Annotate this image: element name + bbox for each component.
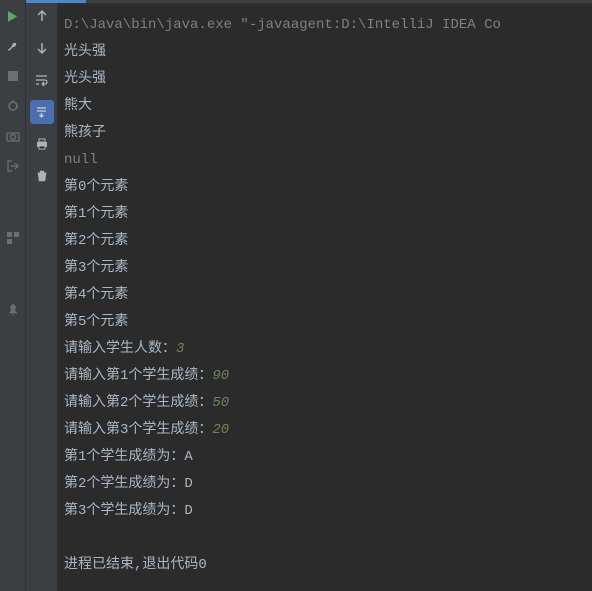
output-line: 熊孩子: [64, 120, 586, 147]
input-line: 请输入第3个学生成绩：20: [64, 417, 586, 444]
camera-icon[interactable]: [5, 128, 21, 144]
command-line: D:\Java\bin\java.exe "-javaagent:D:\Inte…: [64, 12, 586, 39]
output-line: 第3个学生成绩为：D: [64, 498, 586, 525]
console-panel: D:\Java\bin\java.exe "-javaagent:D:\Inte…: [58, 0, 592, 591]
output-line: 第0个元素: [64, 174, 586, 201]
run-icon[interactable]: [5, 8, 21, 24]
up-arrow-icon[interactable]: [30, 4, 54, 28]
scroll-to-end-icon[interactable]: [30, 100, 54, 124]
input-line: 请输入第2个学生成绩：50: [64, 390, 586, 417]
ide-left-toolbar: [0, 0, 26, 591]
down-arrow-icon[interactable]: [30, 36, 54, 60]
exit-message: 进程已结束,退出代码0: [64, 552, 586, 579]
output-line: 第2个学生成绩为：D: [64, 471, 586, 498]
exit-icon[interactable]: [5, 158, 21, 174]
pin-icon[interactable]: [5, 302, 21, 318]
output-line: 熊大: [64, 93, 586, 120]
soft-wrap-icon[interactable]: [30, 68, 54, 92]
output-line: 第4个元素: [64, 282, 586, 309]
output-line: 第2个元素: [64, 228, 586, 255]
print-icon[interactable]: [30, 132, 54, 156]
output-line: 第5个元素: [64, 309, 586, 336]
output-line: 第3个元素: [64, 255, 586, 282]
output-line: 光头强: [64, 39, 586, 66]
console-toolbar: [26, 0, 58, 591]
bug-icon[interactable]: [5, 98, 21, 114]
wrench-icon[interactable]: [5, 38, 21, 54]
output-line: 第1个元素: [64, 201, 586, 228]
tab-indicator: [58, 0, 592, 4]
trash-icon[interactable]: [30, 164, 54, 188]
layout-icon[interactable]: [5, 230, 21, 246]
output-line: 光头强: [64, 66, 586, 93]
input-line: 请输入学生人数：3: [64, 336, 586, 363]
input-line: 请输入第1个学生成绩：90: [64, 363, 586, 390]
blank-line: [64, 525, 586, 552]
stop-icon[interactable]: [5, 68, 21, 84]
console-output[interactable]: D:\Java\bin\java.exe "-javaagent:D:\Inte…: [58, 4, 592, 591]
null-output: null: [64, 147, 586, 174]
output-line: 第1个学生成绩为：A: [64, 444, 586, 471]
